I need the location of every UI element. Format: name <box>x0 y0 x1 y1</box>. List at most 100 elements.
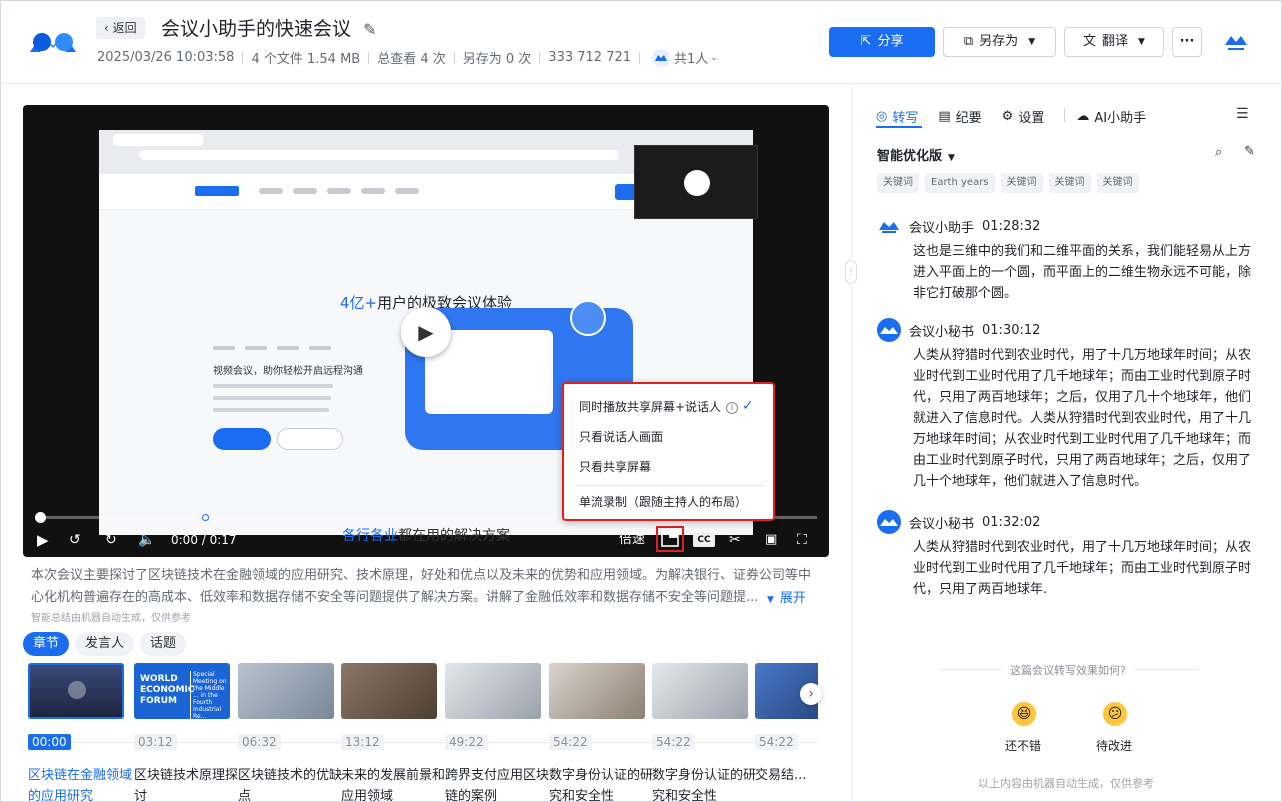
chapter-thumbnail <box>549 663 645 719</box>
chapter-time: 54:22 <box>549 734 592 750</box>
copy-icon: ⧉ <box>963 34 974 49</box>
info-icon[interactable]: i <box>726 401 739 414</box>
speaker-name: 会议小秘书 <box>909 324 975 340</box>
play-overlay-button[interactable]: ▶ <box>401 307 451 357</box>
layout-option-speaker[interactable]: 只看说话人画面 <box>579 428 663 445</box>
sad-face-icon[interactable]: 😕 <box>1103 702 1127 726</box>
play-icon[interactable]: ▶ <box>37 530 49 550</box>
more-icon: ··· <box>1179 34 1195 49</box>
chapter-thumbnail: WORLD ECONOMIC FORUM Special Meeting on … <box>134 663 230 719</box>
chapter-item[interactable]: 00:00 区块链在金融领域的应用研究 <box>28 663 132 802</box>
chapter-item[interactable]: 54:22 数字身份认证的研究和安全性 <box>652 663 756 802</box>
meta-divider <box>368 51 370 64</box>
more-button[interactable]: ··· <box>1172 27 1202 57</box>
right-tabs: ◎ 转写 ▤ 纪要 ⚙ 设置 ☁ AI小助手 <box>876 104 1166 128</box>
chapter-item[interactable]: 49:22 跨界支付应用区块链的案例 <box>445 663 549 802</box>
speed-button[interactable]: 倍速 <box>619 530 645 550</box>
chevron-down-icon: ⌄ <box>710 52 718 63</box>
translate-button[interactable]: 文 翻译 ▼ <box>1064 27 1164 57</box>
search-icon[interactable]: ⌕ <box>1215 145 1222 160</box>
chapter-item[interactable]: 06:32 区块链技术的优缺点 <box>238 663 342 802</box>
speaker-camera <box>634 145 758 219</box>
layout-option-both[interactable]: 同时播放共享屏幕+说话人 i <box>579 398 739 415</box>
collapse-handle[interactable]: ⋮ <box>845 260 857 284</box>
speaker-avatar <box>877 318 901 342</box>
tab-chapters[interactable]: 章节 <box>23 632 70 656</box>
layout-switch-button[interactable] <box>656 526 684 552</box>
share-button[interactable]: ⇱ 分享 <box>829 27 935 57</box>
menu-divider <box>574 485 765 486</box>
keyword-tag[interactable]: 关键词 <box>877 173 919 193</box>
brand-mini-logo-icon <box>1225 36 1247 50</box>
placeholder-line <box>213 408 329 412</box>
speaker-time[interactable]: 01:30:12 <box>982 323 1040 338</box>
layout-option-single-stream[interactable]: 单流录制（跟随主持人的布局） <box>579 493 747 510</box>
picture-in-picture-icon[interactable]: ▣ <box>765 530 777 550</box>
tab-minutes[interactable]: ▤ 纪要 <box>938 104 981 128</box>
feedback-improve-label[interactable]: 待改进 <box>1096 737 1132 754</box>
chapter-label: 区块链技术的优缺点 <box>238 768 343 802</box>
transcript-entry: 会议小秘书 01:32:02 人类从狩猎时代到农业时代，用了十几万地球年时间；从… <box>877 510 1255 600</box>
speaker-time[interactable]: 01:28:32 <box>982 219 1040 234</box>
keyword-list: 关键词 Earth years 关键词 关键词 关键词 <box>877 173 1145 193</box>
saveas-label: 另存为 <box>979 34 1019 49</box>
tab-ai-assistant[interactable]: ☁ AI小助手 <box>1076 104 1146 128</box>
meeting-meta: 2025/03/26 10:03:58 4 个文件 1.54 MB 总查看 4 … <box>97 48 718 67</box>
saveas-count: 另存为 0 次 <box>462 52 532 67</box>
chapter-marker[interactable] <box>202 514 209 521</box>
keyword-tag[interactable]: 关键词 <box>1096 173 1139 193</box>
progress-knob[interactable] <box>35 512 46 523</box>
keyword-tag[interactable]: Earth years <box>925 173 995 193</box>
saveas-button[interactable]: ⧉ 另存为 ▼ <box>943 27 1056 57</box>
app-logo-icon <box>30 33 76 52</box>
tab-label: 纪要 <box>955 110 982 126</box>
chapter-item[interactable]: 54:22 交易结... <box>755 663 818 786</box>
site-logo <box>195 186 239 196</box>
transcript-version-dropdown[interactable]: 智能优化版 ▼ <box>877 145 955 164</box>
laughing-face-icon[interactable]: 😆 <box>1012 702 1036 726</box>
expand-summary-button[interactable]: ▼ 展开 <box>767 587 806 606</box>
chapter-label: 交易结... <box>755 768 807 783</box>
panel-toggle-icon[interactable]: ☰ <box>1236 106 1249 122</box>
tab-settings[interactable]: ⚙ 设置 <box>1002 104 1045 128</box>
browser-tab <box>113 134 203 146</box>
feedback-good-label[interactable]: 还不错 <box>1005 737 1041 754</box>
edit-icon[interactable]: ✎ <box>1244 144 1255 159</box>
user-badge-icon <box>570 300 606 336</box>
rewind-5-icon[interactable]: ↺ <box>69 530 81 550</box>
scissors-icon[interactable]: ✂ <box>729 530 741 550</box>
chapter-item[interactable]: WORLD ECONOMIC FORUM Special Meeting on … <box>134 663 238 802</box>
browser-url <box>139 150 619 160</box>
shared-members-dropdown[interactable]: 共1人 ⌄ <box>652 48 718 67</box>
chapters-next-button[interactable]: › <box>800 683 822 705</box>
tab-topics[interactable]: 话题 <box>140 632 187 656</box>
transcript-entry: 会议小助手 01:28:32 这也是三维中的我们和二维平面的关系，我们能轻易从上… <box>877 214 1255 304</box>
tab-speakers[interactable]: 发言人 <box>75 632 135 656</box>
edit-title-icon[interactable]: ✎ <box>363 20 376 39</box>
back-button[interactable]: ‹ 返回 <box>96 17 145 39</box>
meeting-summary: 本次会议主要探讨了区块链技术在金融领域的应用研究、技术原理，好处和优点以及未来的… <box>31 568 812 605</box>
feedback-question: 这篇会议转写效果如何? <box>1002 662 1134 678</box>
title-text: 会议小助手的快速会议 <box>161 18 352 40</box>
speaker-time[interactable]: 01:32:02 <box>982 515 1040 530</box>
fullscreen-icon[interactable]: ⛶ <box>797 530 807 550</box>
chapter-thumbnail <box>238 663 334 719</box>
layout-option-screen[interactable]: 只看共享屏幕 <box>579 458 651 475</box>
time-display: 0:00 / 0:17 <box>171 533 237 547</box>
wef-line: WORLD <box>140 674 178 684</box>
caret-down-icon: ▼ <box>1138 37 1145 47</box>
speaker-avatar <box>877 214 901 238</box>
layout-switch-icon <box>661 531 679 547</box>
meeting-datetime: 2025/03/26 10:03:58 <box>97 50 235 65</box>
page-title: 会议小助手的快速会议 ✎ <box>161 14 376 41</box>
subtitle-button[interactable]: CC <box>693 533 715 547</box>
keyword-tag[interactable]: 关键词 <box>1048 173 1091 193</box>
tab-transcript[interactable]: ◎ 转写 <box>876 104 918 128</box>
volume-icon[interactable]: 🔈 <box>138 530 155 550</box>
keyword-tag[interactable]: 关键词 <box>1000 173 1043 193</box>
chapter-item[interactable]: 13:12 未来的发展前景和应用领域 <box>341 663 445 802</box>
chapter-item[interactable]: 54:22 数字身份认证的研究和安全性 <box>549 663 653 802</box>
chapter-time: 03:12 <box>134 734 177 750</box>
share-icon: ⇱ <box>860 34 872 49</box>
forward-5-icon[interactable]: ↻ <box>105 530 117 550</box>
